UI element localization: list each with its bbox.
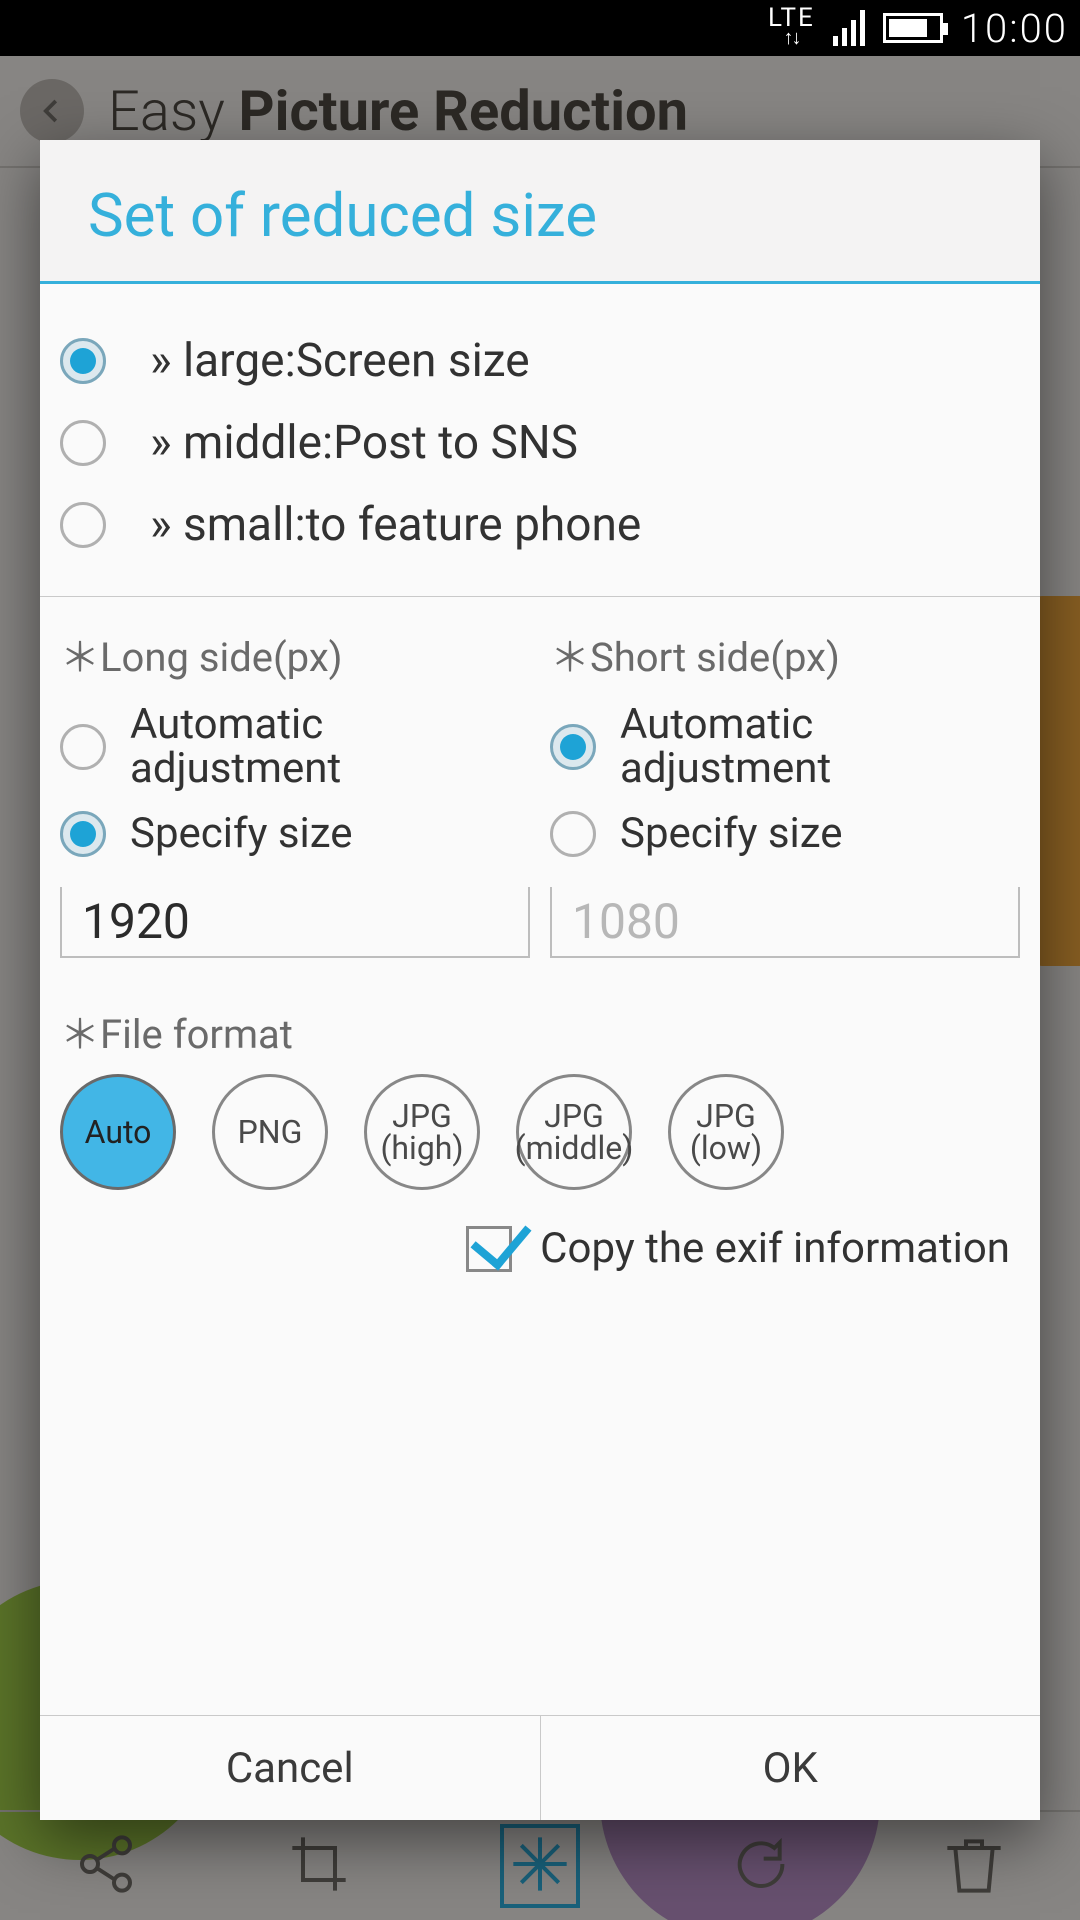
dialog-actions: Cancel OK <box>40 1715 1040 1820</box>
long-specify-label: Specify size <box>130 812 353 856</box>
short-specify-radio[interactable]: Specify size <box>550 801 1020 867</box>
profile-label: » middle:Post to SNS <box>150 416 578 470</box>
network-indicator: LTE ↑↓ <box>768 5 815 47</box>
long-auto-radio[interactable]: Automatic adjustment <box>60 693 530 801</box>
battery-icon <box>883 13 943 43</box>
format-option-jpg-high-[interactable]: JPG (high) <box>364 1074 480 1190</box>
short-side-input[interactable] <box>550 887 1020 958</box>
long-auto-label: Automatic adjustment <box>130 703 530 791</box>
profile-label: » small:to feature phone <box>150 498 641 552</box>
format-option-auto[interactable]: Auto <box>60 1074 176 1190</box>
status-bar: LTE ↑↓ 10:00 <box>0 0 1080 56</box>
cancel-button[interactable]: Cancel <box>40 1716 541 1820</box>
reduced-size-dialog: Set of reduced size » large:Screen size »… <box>40 140 1040 1820</box>
long-side-heading: ＊Long side(px) <box>60 625 530 683</box>
short-side-group: ＊Short side(px) Automatic adjustment Spe… <box>550 625 1020 958</box>
format-heading: ＊File format <box>60 1002 1020 1060</box>
exif-checkbox[interactable] <box>466 1226 512 1272</box>
dialog-title: Set of reduced size <box>40 140 1040 284</box>
radio-icon <box>60 502 106 548</box>
short-auto-radio[interactable]: Automatic adjustment <box>550 693 1020 801</box>
profile-radio-0[interactable]: » large:Screen size <box>60 320 1020 402</box>
format-option-png[interactable]: PNG <box>212 1074 328 1190</box>
radio-icon <box>60 338 106 384</box>
short-specify-label: Specify size <box>620 812 843 856</box>
divider <box>40 596 1040 597</box>
radio-icon <box>60 420 106 466</box>
exif-checkbox-row[interactable]: Copy the exif information <box>60 1224 1020 1273</box>
ok-button[interactable]: OK <box>541 1716 1041 1820</box>
signal-icon <box>833 10 865 46</box>
long-specify-radio[interactable]: Specify size <box>60 801 530 867</box>
profile-radio-2[interactable]: » small:to feature phone <box>60 484 1020 566</box>
profile-radio-1[interactable]: » middle:Post to SNS <box>60 402 1020 484</box>
format-option-jpg-low-[interactable]: JPG (low) <box>668 1074 784 1190</box>
clock: 10:00 <box>961 5 1068 52</box>
short-auto-label: Automatic adjustment <box>620 703 1020 791</box>
format-option-jpg-middle-[interactable]: JPG (middle) <box>516 1074 632 1190</box>
app-background: Easy Picture Reduction Set of reduced si… <box>0 56 1080 1920</box>
long-side-group: ＊Long side(px) Automatic adjustment Spec… <box>60 625 530 958</box>
long-side-input[interactable] <box>60 887 530 958</box>
exif-label: Copy the exif information <box>540 1224 1010 1273</box>
profile-label: » large:Screen size <box>150 334 530 388</box>
short-side-heading: ＊Short side(px) <box>550 625 1020 683</box>
